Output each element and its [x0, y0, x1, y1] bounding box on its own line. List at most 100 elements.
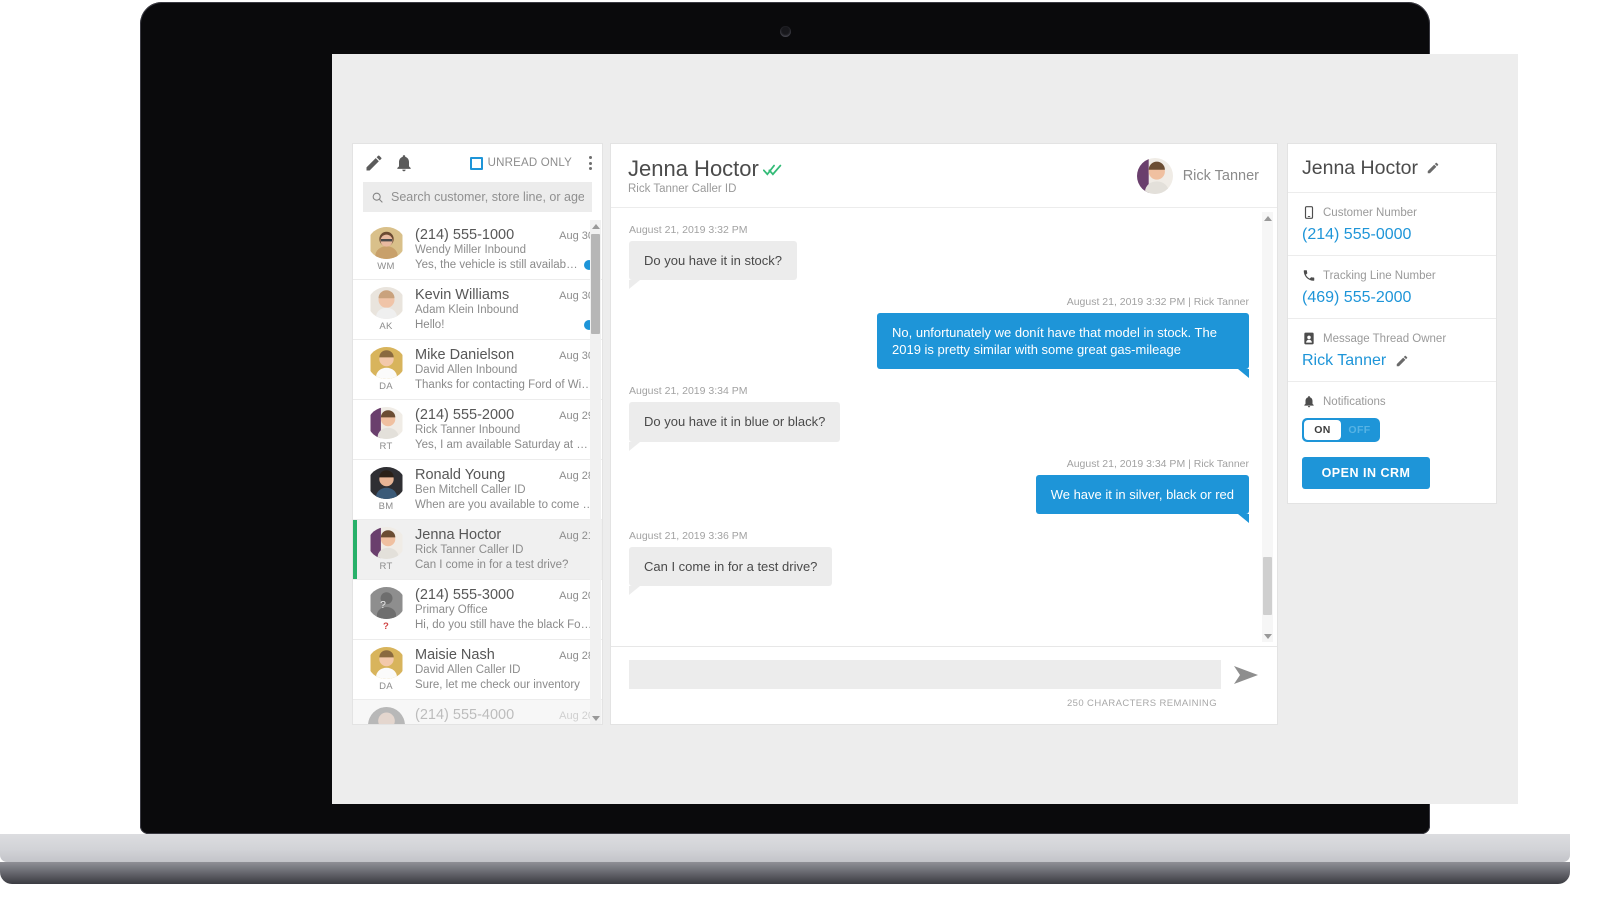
list-item-body: Mike Danielson Aug 30 David Allen Inboun…	[408, 347, 594, 392]
list-item[interactable]: ? ? (214) 555-3000 Aug 20 Primary Office	[353, 580, 602, 640]
list-item-line1: (214) 555-2000 Aug 29	[415, 407, 594, 423]
customer-number-label: Customer Number	[1323, 206, 1417, 219]
search-icon	[371, 191, 384, 204]
tracking-line-section: Tracking Line Number (469) 555-2000	[1288, 256, 1496, 319]
list-item-date: Aug 28	[559, 470, 594, 482]
avatar	[368, 647, 405, 679]
unread-only-filter[interactable]: UNREAD ONLY	[469, 156, 572, 170]
list-item-date: Aug 30	[559, 290, 594, 302]
list-item-name: Mike Danielson	[415, 347, 515, 363]
message-group-incoming: August 21, 2019 3:34 PM Do you have it i…	[629, 385, 1249, 451]
message-scrollbar[interactable]	[1262, 212, 1273, 642]
avatar	[368, 407, 405, 439]
laptop-base	[0, 834, 1570, 862]
thread-owner-name: Rick Tanner	[1182, 167, 1259, 184]
list-item-subtitle: Adam Klein Inbound	[415, 304, 519, 316]
avatar-initials: RT	[379, 561, 393, 572]
avatar	[368, 227, 405, 259]
list-item-subtitle: Wendy Miller Inbound	[415, 244, 527, 256]
conversation-list-scrollbar[interactable]	[590, 220, 601, 724]
list-item-line3: Thanks for contacting Ford of Willi...	[415, 379, 594, 391]
list-item-line3: Sure, let me check our inventory	[415, 679, 594, 691]
laptop-screen: UNREAD ONLY Search customer, store line,…	[332, 54, 1518, 804]
list-item-body: (214) 555-4000 Aug 20	[408, 707, 594, 724]
conversation-list-scroll[interactable]: WM (214) 555-1000 Aug 30 Wendy Miller In…	[353, 220, 602, 724]
list-item-date: Aug 29	[559, 410, 594, 422]
list-item-line1: Jenna Hoctor Aug 21	[415, 527, 594, 543]
detail-label-row: Tracking Line Number	[1302, 268, 1482, 283]
customer-number-section: Customer Number (214) 555-0000	[1288, 193, 1496, 256]
detail-label-row: Customer Number	[1302, 205, 1482, 220]
search-box[interactable]	[363, 182, 592, 212]
bell-icon[interactable]	[394, 153, 414, 173]
list-item-line1: Ronald Young Aug 28	[415, 467, 594, 483]
list-item-subtitle: David Allen Inbound	[415, 364, 518, 376]
notifications-section: Notifications ON OFF	[1288, 382, 1496, 442]
list-item-selected[interactable]: RT Jenna Hoctor Aug 21 Rick Tanner Calle…	[353, 520, 602, 580]
list-item-preview: Yes, the vehicle is still available.	[415, 259, 578, 271]
list-item-preview: Hi, do you still have the black Ford...	[415, 619, 594, 631]
pencil-icon[interactable]	[1426, 161, 1440, 175]
conversation-list-toolbar: UNREAD ONLY	[353, 144, 602, 182]
search-input[interactable]	[391, 190, 584, 204]
list-item-date: Aug 20	[559, 590, 594, 602]
scroll-down-arrow-icon[interactable]	[1262, 630, 1273, 642]
notifications-label: Notifications	[1323, 395, 1386, 408]
pencil-icon[interactable]	[1395, 354, 1409, 368]
list-item[interactable]: WM (214) 555-1000 Aug 30 Wendy Miller In…	[353, 220, 602, 280]
send-icon[interactable]	[1233, 665, 1259, 685]
message-timestamp: August 21, 2019 3:36 PM	[629, 529, 748, 542]
message-input[interactable]	[629, 660, 1221, 689]
scroll-up-arrow-icon[interactable]	[590, 220, 601, 232]
list-item-name: Ronald Young	[415, 467, 506, 483]
list-item[interactable]: DA Mike Danielson Aug 30 David Allen Inb…	[353, 340, 602, 400]
customer-number-link[interactable]: (214) 555-0000	[1302, 226, 1411, 244]
list-item-preview: Sure, let me check our inventory	[415, 679, 580, 691]
thread-owner-block: Rick Tanner	[1136, 157, 1259, 194]
list-item-date: Aug 30	[559, 230, 594, 242]
scroll-up-arrow-icon[interactable]	[1262, 212, 1273, 224]
avatar	[367, 707, 405, 724]
scrollbar-thumb[interactable]	[591, 234, 600, 334]
more-vertical-icon[interactable]	[589, 156, 592, 170]
message-bubble: No, unfortunately we donít have that mod…	[877, 313, 1249, 379]
list-item[interactable]: DA Maisie Nash Aug 28 David Allen Caller…	[353, 640, 602, 700]
avatar	[368, 527, 405, 559]
unread-only-checkbox[interactable]	[469, 156, 483, 170]
svg-text:?: ?	[380, 600, 386, 611]
avatar-initials: BM	[378, 501, 394, 512]
list-item-line1: (214) 555-1000 Aug 30	[415, 227, 594, 243]
scrollbar-thumb[interactable]	[1263, 557, 1272, 615]
avatar-initials: DA	[379, 681, 393, 692]
list-item-name: (214) 555-2000	[415, 407, 515, 423]
notifications-toggle[interactable]: ON OFF	[1302, 418, 1380, 442]
avatar-wrap	[364, 707, 408, 724]
avatar	[368, 467, 405, 499]
message-timestamp: August 21, 2019 3:34 PM | Rick Tanner	[1066, 457, 1249, 470]
list-item[interactable]: AK Kevin Williams Aug 30 Adam Klein Inbo…	[353, 280, 602, 340]
list-item-preview: Thanks for contacting Ford of Willi...	[415, 379, 594, 391]
tracking-line-link[interactable]: (469) 555-2000	[1302, 289, 1411, 307]
list-item-name: Maisie Nash	[415, 647, 495, 663]
thread-subtitle: Rick Tanner Caller ID	[628, 183, 737, 195]
avatar	[368, 347, 405, 379]
avatar-wrap: BM	[364, 467, 408, 512]
message-thread-panel: Jenna Hoctor Rick Tanner Caller ID Rick …	[610, 143, 1278, 725]
scroll-down-arrow-icon[interactable]	[590, 712, 601, 724]
avatar-initials: DA	[379, 381, 393, 392]
detail-label-row: Notifications	[1302, 394, 1482, 409]
list-item-subtitle: Rick Tanner Caller ID	[415, 544, 524, 556]
list-item[interactable]: RT (214) 555-2000 Aug 29 Rick Tanner Inb…	[353, 400, 602, 460]
laptop-camera	[780, 26, 791, 37]
list-item[interactable]: (214) 555-4000 Aug 20	[353, 700, 602, 724]
toggle-option-off[interactable]: OFF	[1341, 420, 1378, 440]
open-in-crm-button[interactable]: OPEN IN CRM	[1302, 457, 1430, 489]
messages-area[interactable]: August 21, 2019 3:32 PM Do you have it i…	[611, 208, 1277, 646]
message-timestamp: August 21, 2019 3:34 PM	[629, 385, 748, 398]
list-item-body: Jenna Hoctor Aug 21 Rick Tanner Caller I…	[408, 527, 594, 572]
composer-row	[629, 660, 1259, 689]
toggle-option-on[interactable]: ON	[1304, 420, 1341, 440]
list-item[interactable]: BM Ronald Young Aug 28 Ben Mitchell Call…	[353, 460, 602, 520]
pencil-icon[interactable]	[364, 153, 384, 173]
message-bubble: We have it in silver, black or red	[1035, 474, 1250, 523]
